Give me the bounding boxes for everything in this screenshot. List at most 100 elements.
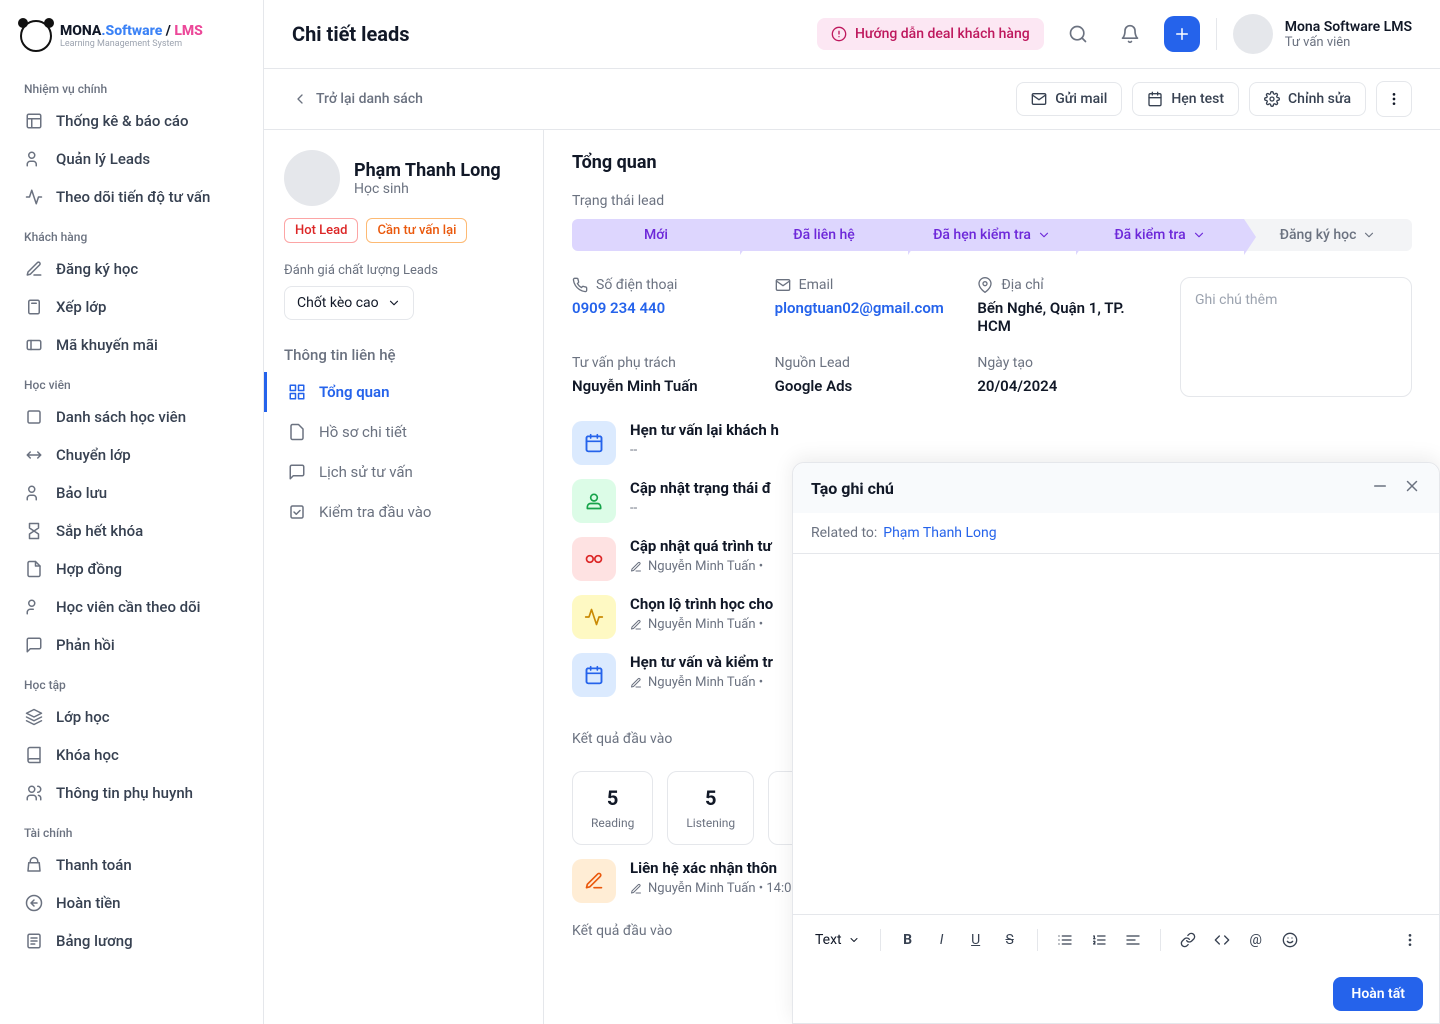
nav-parents[interactable]: Thông tin phụ huynh: [12, 774, 251, 812]
page-title: Chi tiết leads: [292, 22, 409, 46]
pause-icon: [24, 483, 44, 503]
test-button[interactable]: Hẹn test: [1132, 82, 1239, 116]
more-icon[interactable]: [1395, 925, 1425, 955]
nav-watch[interactable]: Học viên cần theo dõi: [12, 588, 251, 626]
done-button[interactable]: Hoàn tất: [1333, 977, 1423, 1011]
lead-avatar: [284, 150, 340, 206]
refund-icon: [24, 893, 44, 913]
activity-icon: [24, 187, 44, 207]
avatar: [1233, 14, 1273, 54]
mail-button[interactable]: Gửi mail: [1016, 82, 1122, 116]
bill-icon: [24, 931, 44, 951]
bell-button[interactable]: [1112, 16, 1148, 52]
step[interactable]: Đã hẹn kiểm tra: [908, 219, 1076, 251]
at-icon[interactable]: @: [1241, 925, 1271, 955]
back-link[interactable]: Trở lại danh sách: [292, 91, 423, 107]
bold-icon[interactable]: B: [893, 925, 923, 955]
topbar: Chi tiết leads Hướng dẫn deal khách hàng…: [264, 0, 1440, 69]
nav-feedback[interactable]: Phản hồi: [12, 626, 251, 664]
strike-icon[interactable]: S: [995, 925, 1025, 955]
subbar: Trở lại danh sách Gửi mail Hẹn test Chỉn…: [264, 69, 1440, 130]
swap-icon: [24, 445, 44, 465]
grid-icon: [287, 382, 307, 402]
file-icon: [287, 422, 307, 442]
nav-section: Khách hàng: [12, 216, 251, 250]
timeline-item[interactable]: Hẹn tư vấn lại khách h--: [572, 421, 1412, 465]
users-icon: [24, 783, 44, 803]
nav-transfer[interactable]: Chuyển lớp: [12, 436, 251, 474]
users-icon: [24, 149, 44, 169]
link-icon[interactable]: [1173, 925, 1203, 955]
quality-dropdown[interactable]: Chốt kèo cao: [284, 286, 414, 320]
chat-icon: [24, 635, 44, 655]
more-button[interactable]: [1376, 81, 1412, 117]
code-icon[interactable]: [1207, 925, 1237, 955]
italic-icon[interactable]: I: [927, 925, 957, 955]
tab-profile[interactable]: Hồ sơ chi tiết: [264, 412, 523, 452]
nav-contract[interactable]: Hợp đồng: [12, 550, 251, 588]
nav-salary[interactable]: Bảng lương: [12, 922, 251, 960]
nav-course[interactable]: Khóa học: [12, 736, 251, 774]
note-modal: Tạo ghi chú Related to:Phạm Thanh Long T…: [792, 462, 1440, 1024]
bullet-list-icon[interactable]: [1050, 925, 1080, 955]
pulse-icon: [572, 595, 616, 639]
minimize-icon[interactable]: [1371, 477, 1389, 499]
step[interactable]: Đăng ký học: [1244, 219, 1412, 251]
nav-progress[interactable]: Theo dõi tiến độ tư vấn: [12, 178, 251, 216]
edit-button[interactable]: Chỉnh sửa: [1249, 82, 1366, 116]
close-icon[interactable]: [1403, 477, 1421, 499]
nav-expiring[interactable]: Sắp hết khóa: [12, 512, 251, 550]
nav-promo[interactable]: Mã khuyến mãi: [12, 326, 251, 364]
nav-stats[interactable]: Thống kê & báo cáo: [12, 102, 251, 140]
clipboard-icon: [24, 297, 44, 317]
user-menu[interactable]: Mona Software LMSTư vấn viên: [1233, 14, 1412, 54]
text-style[interactable]: Text: [807, 928, 868, 952]
note-editor[interactable]: [793, 554, 1439, 914]
ticket-icon: [24, 335, 44, 355]
layers-icon: [24, 707, 44, 727]
tab-overview[interactable]: Tổng quan: [264, 372, 523, 412]
check-icon: [287, 502, 307, 522]
step[interactable]: Đã liên hệ: [740, 219, 908, 251]
nav-leads[interactable]: Quản lý Leads: [12, 140, 251, 178]
nav-students[interactable]: Danh sách học viên: [12, 398, 251, 436]
main: Chi tiết leads Hướng dẫn deal khách hàng…: [264, 0, 1440, 1024]
tag-retry: Cần tư vấn lại: [366, 218, 467, 243]
file-icon: [24, 559, 44, 579]
nav-class[interactable]: Lớp học: [12, 698, 251, 736]
detail-body: Tổng quan Trạng thái lead Mới Đã liên hệ…: [544, 130, 1440, 1024]
nav-payment[interactable]: Thanh toán: [12, 846, 251, 884]
add-button[interactable]: [1164, 16, 1200, 52]
list-icon: [24, 407, 44, 427]
nav-section: Học viên: [12, 364, 251, 398]
cash-icon: [24, 855, 44, 875]
editor-toolbar: Text B I U S: [793, 914, 1439, 965]
hourglass-icon: [24, 521, 44, 541]
book-icon: [24, 745, 44, 765]
nav-section: Học tập: [12, 664, 251, 698]
nav-reserve[interactable]: Bảo lưu: [12, 474, 251, 512]
nav-section: Tài chính: [12, 812, 251, 846]
tab-history[interactable]: Lịch sử tư vấn: [264, 452, 523, 492]
step[interactable]: Mới: [572, 219, 740, 251]
nav-refund[interactable]: Hoàn tiền: [12, 884, 251, 922]
eye-icon: [24, 597, 44, 617]
align-icon[interactable]: [1118, 925, 1148, 955]
note-box[interactable]: Ghi chú thêm: [1180, 277, 1412, 397]
nav-classify[interactable]: Xếp lớp: [12, 288, 251, 326]
step[interactable]: Đã kiểm tra: [1076, 219, 1244, 251]
logo-icon: [20, 20, 52, 52]
calendar-icon: [572, 421, 616, 465]
voice-icon: [572, 537, 616, 581]
guide-button[interactable]: Hướng dẫn deal khách hàng: [817, 18, 1044, 50]
emoji-icon[interactable]: [1275, 925, 1305, 955]
detail-nav: Phạm Thanh LongHọc sinh Hot Lead Cần tư …: [264, 130, 544, 1024]
pen-icon: [24, 259, 44, 279]
nav-register[interactable]: Đăng ký học: [12, 250, 251, 288]
search-button[interactable]: [1060, 16, 1096, 52]
calendar-icon: [572, 653, 616, 697]
number-list-icon[interactable]: [1084, 925, 1114, 955]
pen-icon: [572, 859, 616, 903]
underline-icon[interactable]: U: [961, 925, 991, 955]
tab-entry[interactable]: Kiểm tra đầu vào: [264, 492, 523, 532]
